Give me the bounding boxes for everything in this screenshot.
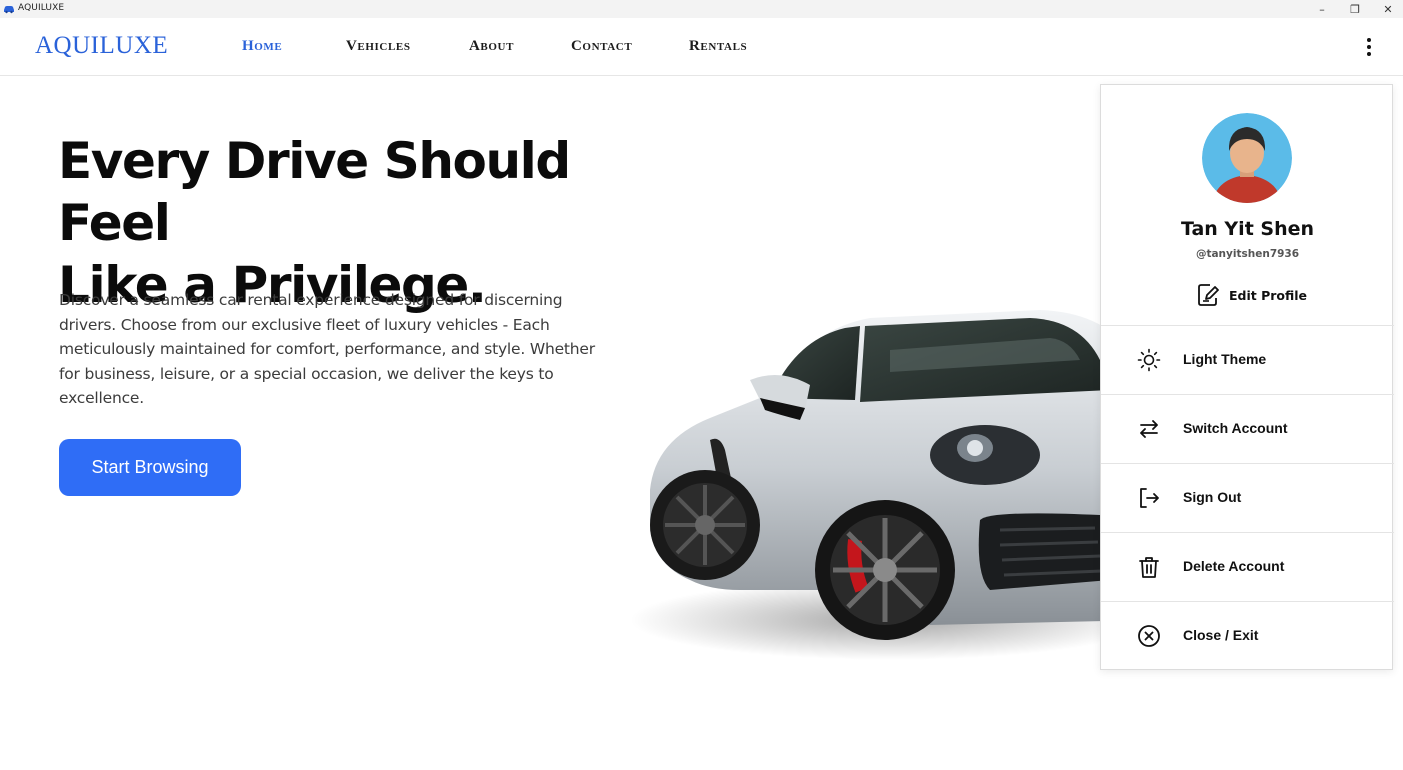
trash-icon (1139, 557, 1159, 578)
menu-item-delete-account[interactable]: Delete Account (1101, 532, 1394, 601)
car-app-icon (4, 6, 14, 14)
window-titlebar: AQUILUXE – ❐ ✕ (0, 0, 1403, 18)
nav-vehicles[interactable]: Vehicles (346, 38, 411, 55)
menu-item-light-theme[interactable]: Light Theme (1101, 325, 1394, 394)
navbar: AQUILUXE Home Vehicles About Contact Ren… (0, 18, 1403, 76)
profile-name: Tan Yit Shen (1180, 218, 1315, 240)
sun-icon (1137, 348, 1161, 372)
edit-profile-button[interactable]: Edit Profile (1197, 283, 1307, 307)
minimize-button[interactable]: – (1305, 0, 1339, 18)
close-icon: ✕ (1383, 2, 1393, 16)
nav-contact[interactable]: Contact (571, 38, 632, 55)
brand-logo[interactable]: AQUILUXE (35, 32, 168, 60)
menu-item-label: Close / Exit (1183, 627, 1259, 643)
hero-description: Discover a seamless car rental experienc… (59, 291, 595, 407)
menu-item-label: Switch Account (1183, 420, 1288, 436)
kebab-menu-icon[interactable] (1359, 36, 1379, 58)
swap-arrows-icon (1140, 420, 1158, 438)
menu-item-switch-account[interactable]: Switch Account (1101, 394, 1394, 463)
menu-item-label: Delete Account (1183, 558, 1285, 574)
hero-title-line1: Every Drive Should Feel (58, 132, 571, 252)
menu-item-sign-out[interactable]: Sign Out (1101, 463, 1394, 532)
sports-car-image (630, 310, 1150, 660)
sign-out-icon (1140, 488, 1159, 508)
menu-item-label: Light Theme (1183, 351, 1267, 367)
nav-home[interactable]: Home (242, 38, 282, 55)
avatar[interactable] (1202, 113, 1292, 203)
maximize-button[interactable]: ❐ (1338, 0, 1372, 18)
start-browsing-button[interactable]: Start Browsing (59, 439, 241, 496)
edit-document-icon (1198, 284, 1219, 306)
menu-item-close-exit[interactable]: Close / Exit (1101, 601, 1394, 670)
restore-icon: ❐ (1350, 2, 1360, 16)
nav-rentals[interactable]: Rentals (689, 38, 747, 55)
profile-menu: Tan Yit Shen @tanyitshen7936 Edit Profil… (1100, 84, 1394, 670)
profile-handle: @tanyitshen7936 (1195, 248, 1300, 260)
window-title: AQUILUXE (18, 3, 65, 13)
close-circle-icon (1138, 625, 1160, 647)
minimize-icon: – (1319, 2, 1325, 16)
menu-item-label: Sign Out (1183, 489, 1242, 505)
nav-about[interactable]: About (469, 38, 514, 55)
edit-profile-label: Edit Profile (1229, 287, 1308, 303)
close-window-button[interactable]: ✕ (1371, 0, 1403, 18)
